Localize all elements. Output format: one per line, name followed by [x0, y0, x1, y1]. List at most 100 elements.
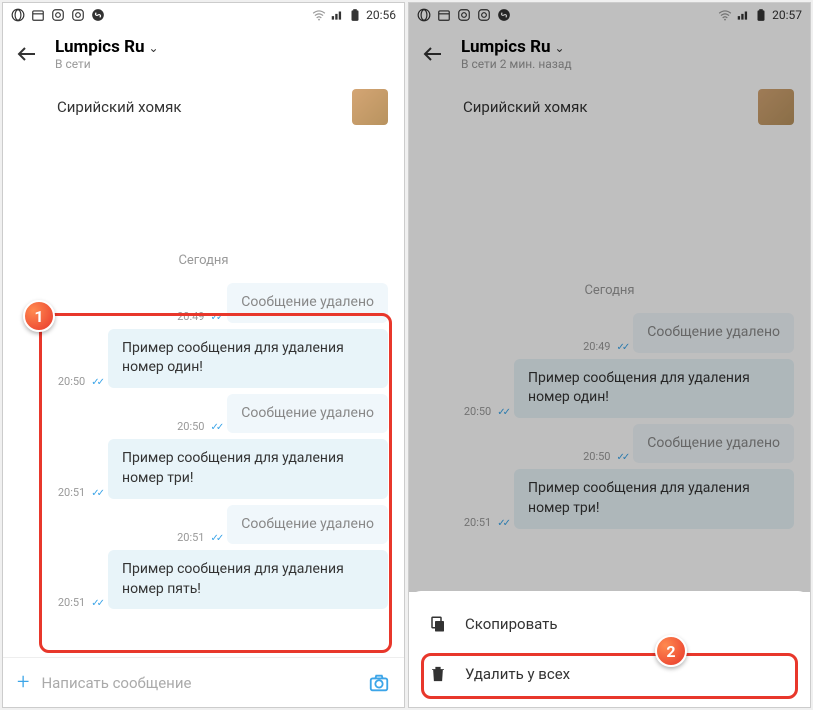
instagram-icon: [51, 8, 65, 22]
badge-text: 2: [666, 642, 675, 661]
chevron-down-icon: ⌄: [555, 41, 565, 55]
check-icon: ✓✓: [497, 518, 508, 529]
avatar: [352, 89, 388, 125]
message-bubble: Пример сообщения для удаления номер пять…: [108, 550, 388, 609]
calendar-icon: [31, 8, 45, 22]
message-bubble: Сообщение удалено: [633, 313, 794, 353]
instagram-icon: [457, 8, 471, 22]
message-row[interactable]: 20:50 ✓✓ Пример сообщения для удаления н…: [3, 326, 404, 391]
context-menu: Скопировать Удалить у всех: [409, 591, 810, 707]
check-icon: ✓✓: [211, 312, 222, 323]
check-icon: ✓✓: [91, 377, 102, 388]
menu-delete[interactable]: Удалить у всех: [409, 649, 810, 699]
chat-area[interactable]: Сегодня 20:49 ✓✓ Сообщение удалено 20:50…: [3, 141, 404, 657]
message-time: 20:50: [58, 375, 85, 388]
menu-delete-label: Удалить у всех: [465, 665, 570, 683]
instagram-icon-2: [477, 8, 491, 22]
check-icon: ✓✓: [211, 533, 222, 544]
message-time: 20:49: [177, 310, 204, 323]
message-row[interactable]: 20:49 ✓✓ Сообщение удалено: [409, 310, 810, 356]
message-row[interactable]: 20:51 ✓✓ Пример сообщения для удаления н…: [409, 466, 810, 531]
message-bubble: Пример сообщения для удаления номер один…: [108, 329, 388, 388]
check-icon: ✓✓: [91, 598, 102, 609]
message-input[interactable]: Написать сообщение: [41, 674, 356, 692]
chat-title: Lumpics Ru: [55, 37, 145, 57]
chat-title: Lumpics Ru: [461, 37, 551, 57]
plus-icon[interactable]: +: [17, 670, 29, 695]
message-time: 20:51: [464, 516, 491, 529]
message-row[interactable]: 20:51 ✓✓ Сообщение удалено: [3, 502, 404, 548]
chat-status: В сети 2 мин. назад: [461, 57, 572, 71]
status-time: 20:56: [366, 8, 396, 22]
date-separator: Сегодня: [409, 271, 810, 310]
message-bubble: Сообщение удалено: [227, 505, 388, 545]
input-bar: + Написать сообщение: [3, 657, 404, 707]
signal-icon: [736, 8, 750, 22]
message-time: 20:51: [58, 486, 85, 499]
badge-text: 1: [34, 307, 43, 326]
message-time: 20:50: [464, 405, 491, 418]
trash-icon: [429, 665, 447, 683]
back-icon[interactable]: [421, 42, 445, 66]
pinned-message[interactable]: Сирийский хомяк: [3, 81, 404, 141]
check-icon: ✓✓: [91, 488, 102, 499]
calendar-icon: [437, 8, 451, 22]
instagram-icon-2: [71, 8, 85, 22]
check-icon: ✓✓: [617, 342, 628, 353]
copy-icon: [429, 615, 447, 633]
message-row[interactable]: 20:50 ✓✓ Пример сообщения для удаления н…: [409, 356, 810, 421]
message-time: 20:51: [177, 531, 204, 544]
message-row[interactable]: 20:49 ✓✓ Сообщение удалено: [3, 280, 404, 326]
chat-header: Lumpics Ru ⌄ В сети: [3, 27, 404, 81]
chat-status: В сети: [55, 57, 159, 71]
chat-header: Lumpics Ru ⌄ В сети 2 мин. назад: [409, 27, 810, 81]
menu-copy-label: Скопировать: [465, 615, 558, 633]
status-right: 20:57: [718, 8, 802, 22]
wifi-icon: [718, 8, 732, 22]
check-icon: ✓✓: [497, 407, 508, 418]
badge-2: 2: [655, 635, 687, 667]
message-row[interactable]: 20:50 ✓✓ Сообщение удалено: [409, 421, 810, 467]
signal-icon: [330, 8, 344, 22]
opera-icon: [11, 8, 25, 22]
battery-icon: [348, 8, 362, 22]
status-time: 20:57: [772, 8, 802, 22]
message-time: 20:50: [583, 450, 610, 463]
check-icon: ✓✓: [617, 452, 628, 463]
shazam-icon: [91, 8, 105, 22]
avatar: [758, 89, 794, 125]
message-bubble: Пример сообщения для удаления номер один…: [514, 359, 794, 418]
message-time: 20:50: [177, 420, 204, 433]
status-bar: 20:56: [3, 3, 404, 27]
message-row[interactable]: 20:51 ✓✓ Пример сообщения для удаления н…: [3, 547, 404, 612]
badge-1: 1: [23, 300, 55, 332]
date-separator: Сегодня: [3, 241, 404, 280]
phone-left: 20:56 Lumpics Ru ⌄ В сети Сирийский хомяк…: [2, 2, 405, 708]
check-icon: ✓✓: [211, 422, 222, 433]
status-right: 20:56: [312, 8, 396, 22]
menu-copy[interactable]: Скопировать: [409, 599, 810, 649]
message-row[interactable]: 20:50 ✓✓ Сообщение удалено: [3, 391, 404, 437]
status-bar: 20:57: [409, 3, 810, 27]
pinned-message[interactable]: Сирийский хомяк: [409, 81, 810, 141]
back-icon[interactable]: [15, 42, 39, 66]
opera-icon: [417, 8, 431, 22]
message-bubble: Пример сообщения для удаления номер три!: [514, 469, 794, 528]
status-left: [417, 8, 511, 22]
pinned-text: Сирийский хомяк: [463, 98, 587, 116]
chevron-down-icon: ⌄: [149, 41, 159, 55]
phone-right: 20:57 Lumpics Ru ⌄ В сети 2 мин. назад Си…: [408, 2, 811, 708]
camera-icon[interactable]: [368, 672, 390, 694]
message-bubble: Сообщение удалено: [227, 394, 388, 434]
message-row[interactable]: 20:51 ✓✓ Пример сообщения для удаления н…: [3, 436, 404, 501]
header-info[interactable]: Lumpics Ru ⌄ В сети 2 мин. назад: [461, 37, 572, 71]
message-bubble: Сообщение удалено: [227, 283, 388, 323]
status-left: [11, 8, 105, 22]
shazam-icon: [497, 8, 511, 22]
message-time: 20:49: [583, 340, 610, 353]
header-info[interactable]: Lumpics Ru ⌄ В сети: [55, 37, 159, 71]
pinned-text: Сирийский хомяк: [57, 98, 181, 116]
message-time: 20:51: [58, 596, 85, 609]
wifi-icon: [312, 8, 326, 22]
message-bubble: Пример сообщения для удаления номер три!: [108, 439, 388, 498]
